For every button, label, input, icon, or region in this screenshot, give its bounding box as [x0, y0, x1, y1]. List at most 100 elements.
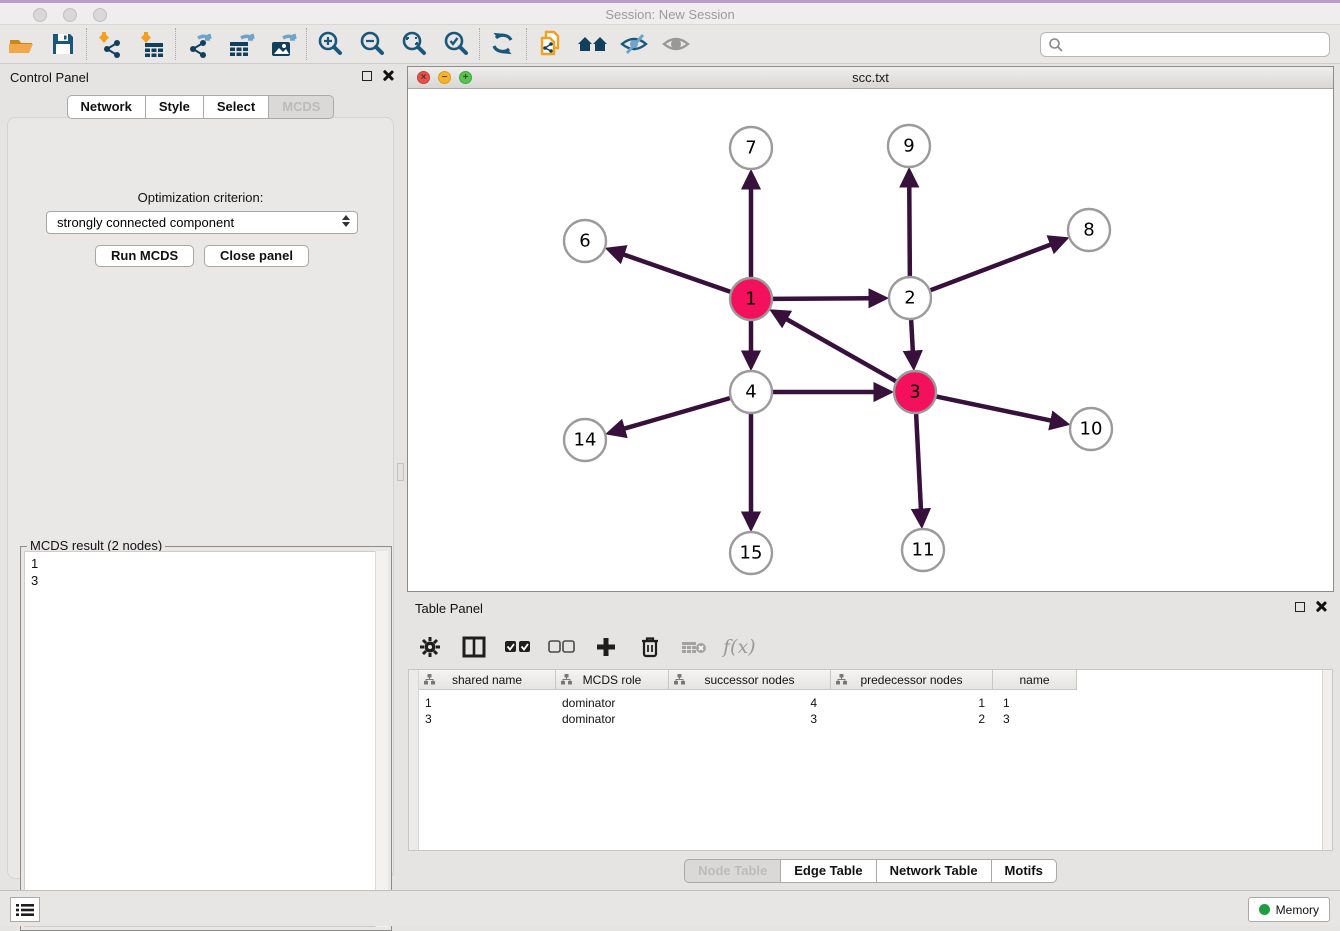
run-mcds-button[interactable]: Run MCDS — [95, 245, 194, 267]
cell-shared-name[interactable]: 3 — [419, 710, 556, 727]
delete-column-icon[interactable] — [679, 632, 709, 662]
network-view-window: × − + scc.txt 7968124314101511 — [407, 66, 1334, 592]
toolbar-separator — [306, 28, 307, 60]
table-header-row: shared name MCDS role successor nodes pr… — [419, 670, 1077, 690]
graph-node-label-15: 15 — [740, 543, 763, 564]
table-row[interactable]: 3 dominator 3 2 3 — [419, 710, 1077, 727]
tab-motifs[interactable]: Motifs — [991, 859, 1057, 883]
column-type-icon — [424, 674, 435, 685]
open-session-icon[interactable] — [0, 27, 42, 61]
zoom-out-icon[interactable] — [351, 27, 393, 61]
criterion-value: strongly connected component — [57, 215, 234, 230]
search-field[interactable] — [1040, 32, 1330, 57]
cell-predecessor-nodes[interactable]: 1 — [831, 694, 993, 711]
graph-edge-1-6[interactable] — [621, 254, 730, 292]
graph-edge-2-8[interactable] — [931, 243, 1054, 290]
column-view-icon[interactable] — [459, 632, 489, 662]
cell-mcds-role[interactable]: dominator — [556, 710, 669, 727]
graph-node-label-6: 6 — [579, 231, 590, 252]
settings-gear-icon[interactable] — [415, 632, 445, 662]
column-header-predecessor-nodes[interactable]: predecessor nodes — [831, 670, 993, 690]
zoom-selected-icon[interactable] — [435, 27, 477, 61]
column-header-successor-nodes[interactable]: successor nodes — [669, 670, 831, 690]
search-input[interactable] — [1064, 37, 1329, 52]
criterion-select[interactable]: strongly connected component — [46, 211, 358, 234]
graph-edge-3-1[interactable] — [784, 318, 896, 381]
graph-edge-3-10[interactable] — [937, 397, 1054, 422]
table-scrollbar[interactable] — [1322, 670, 1332, 850]
function-builder-icon[interactable]: f(x) — [723, 636, 756, 658]
search-icon — [1048, 37, 1064, 53]
app-titlebar: Session: New Session — [0, 0, 1340, 25]
graph-edge-4-14[interactable] — [622, 398, 730, 429]
export-table-icon[interactable] — [220, 27, 262, 61]
tab-network-table[interactable]: Network Table — [876, 859, 991, 883]
memory-button[interactable]: Memory — [1248, 897, 1330, 922]
graph-node-label-11: 11 — [912, 540, 935, 561]
show-all-icon[interactable] — [655, 27, 697, 61]
cell-name[interactable]: 3 — [993, 710, 1077, 727]
zoom-in-icon[interactable] — [309, 27, 351, 61]
delete-icon[interactable] — [635, 632, 665, 662]
graph-node-label-1: 1 — [745, 289, 756, 310]
tab-network[interactable]: Network — [67, 95, 145, 119]
column-header-name[interactable]: name — [993, 670, 1077, 690]
network-window-titlebar[interactable]: × − + scc.txt — [408, 67, 1333, 89]
cell-predecessor-nodes[interactable]: 2 — [831, 710, 993, 727]
graph-node-label-9: 9 — [903, 136, 914, 157]
column-type-icon — [674, 674, 685, 685]
optimization-criterion-label: Optimization criterion: — [8, 190, 393, 205]
cell-mcds-role[interactable]: dominator — [556, 694, 669, 711]
zoom-fit-icon[interactable] — [393, 27, 435, 61]
column-type-icon — [836, 674, 847, 685]
export-network-icon[interactable] — [178, 27, 220, 61]
deselect-all-checkbox-icon[interactable] — [547, 632, 577, 662]
cell-successor-nodes[interactable]: 4 — [669, 694, 831, 711]
control-panel-header: Control Panel — [0, 64, 401, 90]
mcds-panel-body: Optimization criterion: strongly connect… — [7, 117, 394, 879]
close-panel-icon[interactable] — [382, 70, 393, 81]
column-header-mcds-role[interactable]: MCDS role — [556, 670, 669, 690]
close-table-panel-icon[interactable] — [1315, 601, 1326, 612]
close-panel-button[interactable]: Close panel — [204, 245, 309, 267]
import-table-icon[interactable] — [131, 27, 173, 61]
cell-name[interactable]: 1 — [993, 694, 1077, 711]
tab-node-table[interactable]: Node Table — [684, 859, 780, 883]
status-bar: Memory — [0, 890, 1340, 926]
refresh-icon[interactable] — [482, 27, 524, 61]
control-panel-tabs: Network Style Select MCDS — [0, 95, 401, 119]
clone-network-icon[interactable] — [529, 27, 571, 61]
select-all-checkbox-icon[interactable] — [503, 632, 533, 662]
graph-node-label-4: 4 — [745, 382, 756, 403]
network-graph-canvas[interactable]: 7968124314101511 — [408, 89, 1333, 592]
save-session-icon[interactable] — [42, 27, 84, 61]
tab-edge-table[interactable]: Edge Table — [780, 859, 875, 883]
table-row[interactable]: 1 dominator 4 1 1 — [419, 694, 1077, 711]
mcds-result-scrollbar[interactable] — [375, 551, 388, 927]
cell-successor-nodes[interactable]: 3 — [669, 710, 831, 727]
task-history-button[interactable] — [10, 897, 40, 922]
float-table-panel-icon[interactable] — [1295, 602, 1305, 612]
column-header-shared-name[interactable]: shared name — [419, 670, 556, 690]
graph-edge-3-11[interactable] — [916, 414, 921, 512]
graph-node-label-3: 3 — [909, 382, 920, 403]
home-overview-icon[interactable] — [571, 27, 613, 61]
table-toolbar: f(x) — [415, 630, 756, 664]
hide-selected-icon[interactable] — [613, 27, 655, 61]
float-panel-icon[interactable] — [362, 71, 372, 81]
graph-edge-2-9[interactable] — [909, 184, 910, 276]
export-image-icon[interactable] — [262, 27, 304, 61]
graph-node-label-7: 7 — [745, 138, 756, 159]
tab-style[interactable]: Style — [145, 95, 203, 119]
control-panel-title: Control Panel — [10, 70, 89, 85]
toolbar-separator — [175, 28, 176, 60]
add-icon[interactable] — [591, 632, 621, 662]
vertical-splitter-handle[interactable] — [397, 463, 404, 481]
column-type-icon — [561, 674, 572, 685]
graph-edge-1-2[interactable] — [773, 298, 872, 299]
cell-shared-name[interactable]: 1 — [419, 694, 556, 711]
tab-mcds[interactable]: MCDS — [268, 95, 334, 119]
graph-edge-2-3[interactable] — [911, 320, 913, 354]
import-network-icon[interactable] — [89, 27, 131, 61]
tab-select[interactable]: Select — [203, 95, 268, 119]
